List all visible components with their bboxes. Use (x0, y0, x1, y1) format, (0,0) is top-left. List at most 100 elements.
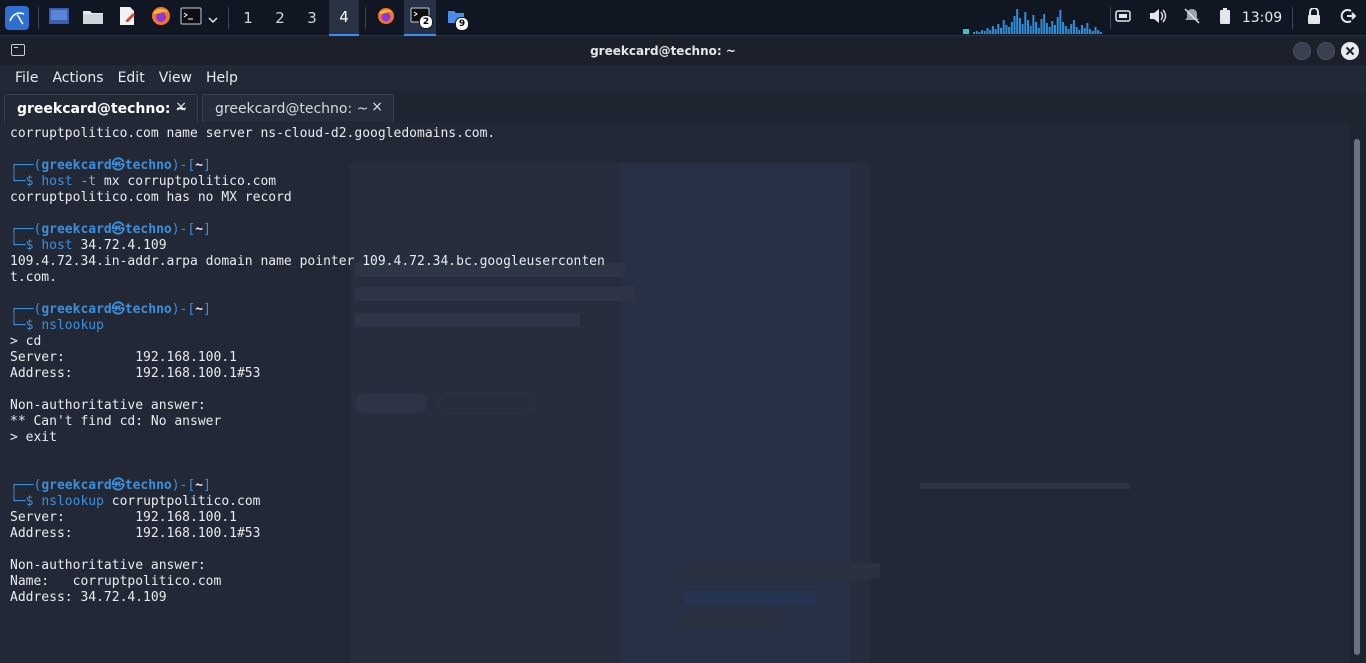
tab-close-icon[interactable]: × (175, 99, 187, 115)
prompt-top: ┌──(greekcard㉿techno)-[~] (10, 478, 211, 494)
terminal-line: Server: 192.168.100.1 (10, 350, 237, 365)
cpu-bar (1027, 20, 1029, 34)
firefox-launcher[interactable] (146, 0, 176, 36)
maximize-button[interactable] (1317, 42, 1335, 60)
notifications-button[interactable] (1180, 0, 1204, 36)
cpu-bar (1032, 15, 1035, 34)
menu-bar: File Actions Edit View Help (0, 65, 1366, 91)
task-file-manager[interactable]: 9 (440, 0, 472, 36)
task-firefox[interactable] (370, 0, 402, 36)
terminal-output[interactable]: corruptpolitico.com name server ns-cloud… (0, 123, 1350, 663)
cpu-bar (1043, 14, 1046, 34)
volume-button[interactable] (1146, 0, 1170, 36)
command-name: nslookup (41, 494, 104, 509)
cpu-bar (1016, 9, 1019, 34)
firefox-icon (377, 7, 395, 29)
tab-terminal-2[interactable]: greekcard@techno: ~ × (202, 94, 394, 122)
prompt-dir: ~ (195, 478, 204, 493)
cpu-bar (1048, 27, 1051, 34)
prompt-command: └─$ nslookup corruptpolitico.com (10, 494, 260, 510)
prompt-host: techno (124, 302, 172, 317)
battery-status[interactable] (1214, 0, 1236, 36)
tab-label: greekcard@techno: ~ (17, 100, 188, 117)
cpu-bar (1059, 10, 1062, 34)
workspace-3[interactable]: 3 (297, 0, 327, 36)
prompt-dir: ~ (195, 222, 204, 237)
terminal-line: Address: 192.168.100.1#53 (10, 526, 261, 541)
window-title: greekcard@techno: ~ (590, 44, 736, 58)
display-icon (1115, 9, 1131, 28)
minimize-button[interactable] (1293, 42, 1311, 60)
text-editor-launcher[interactable] (112, 0, 142, 36)
cpu-bar (994, 29, 997, 34)
prompt-dir: ~ (195, 158, 204, 173)
terminal-launcher[interactable] (178, 0, 204, 36)
cpu-bar (1067, 29, 1070, 34)
prompt-sep: ㉿ (111, 158, 125, 173)
cpu-bar (1051, 21, 1054, 34)
launcher-dropdown-button[interactable] (204, 0, 222, 36)
tab-terminal-1[interactable]: greekcard@techno: ~ × (4, 94, 198, 122)
cpu-bar (1018, 18, 1021, 34)
clock[interactable]: 13:09 (1240, 0, 1284, 36)
close-window-button[interactable] (1341, 42, 1359, 60)
cpu-bar (986, 28, 989, 34)
prompt-top: ┌──(greekcard㉿techno)-[~] (10, 302, 211, 318)
prompt-command: └─$ host 34.72.4.109 (10, 238, 167, 254)
firefox-icon (151, 6, 171, 30)
tab-close-icon[interactable]: × (371, 99, 383, 115)
terminal-line: Non-authoritative answer: (10, 398, 206, 413)
prompt-top: ┌──(greekcard㉿techno)-[~] (10, 158, 211, 174)
cpu-bar (989, 30, 992, 34)
terminal-line: t.com. (10, 270, 57, 285)
terminal-line: Non-authoritative answer: (10, 558, 206, 573)
prompt-frame: ┌──( (10, 478, 42, 493)
title-bar[interactable]: greekcard@techno: ~ (0, 37, 1366, 65)
menu-edit[interactable]: Edit (111, 65, 152, 91)
workspace-1[interactable]: 1 (233, 0, 263, 36)
prompt-user: greekcard (41, 302, 112, 317)
logout-button[interactable] (1336, 0, 1360, 36)
scrollbar-thumb[interactable] (1354, 139, 1360, 655)
menu-actions[interactable]: Actions (45, 65, 110, 91)
chevron-down-icon (208, 9, 218, 28)
cpu-bar (983, 31, 986, 34)
cpu-bar (1010, 22, 1013, 34)
prompt-top: ┌──(greekcard㉿techno)-[~] (10, 222, 211, 238)
workspace-4[interactable]: 4 (329, 0, 359, 36)
task-terminal[interactable]: 2 (404, 0, 436, 36)
text-editor-icon (117, 6, 137, 30)
cpu-bar (1097, 30, 1100, 34)
cpu-bar (1091, 31, 1094, 34)
prompt-frame: )-[ (171, 158, 196, 173)
cpu-bar (978, 32, 981, 34)
workspace-2[interactable]: 2 (265, 0, 295, 36)
terminal-scrollbar[interactable] (1350, 123, 1366, 663)
display-settings-button[interactable] (1112, 0, 1134, 36)
show-desktop-button[interactable] (44, 0, 74, 36)
prompt-user: greekcard (41, 222, 112, 237)
terminal-window: greekcard@techno: ~ File Actions Edit Vi… (0, 37, 1366, 663)
cpu-bar (1008, 27, 1011, 34)
cpu-bar (1045, 23, 1048, 34)
menu-help[interactable]: Help (199, 65, 245, 91)
logout-icon (1340, 8, 1357, 28)
panel-separator (38, 7, 39, 29)
menu-view[interactable]: View (152, 65, 199, 91)
terminal-line: Address: 34.72.4.109 (10, 590, 167, 605)
menu-file[interactable]: File (0, 65, 45, 91)
terminal-line: > cd (10, 334, 42, 349)
prompt-frame: ] (203, 158, 211, 173)
prompt-sep: ㉿ (111, 478, 125, 493)
command-flag: -t (72, 174, 97, 189)
terminal-line: 109.4.72.34.in-addr.arpa domain name poi… (10, 254, 605, 269)
command-name: host (41, 174, 73, 189)
panel-separator (1292, 7, 1293, 29)
terminal-line: Server: 192.168.100.1 (10, 510, 237, 525)
prompt-command: └─$ host -t mx corruptpolitico.com (10, 174, 276, 190)
workspace-label: 1 (243, 9, 253, 27)
file-manager-launcher[interactable] (78, 0, 108, 36)
lock-screen-button[interactable] (1302, 0, 1326, 36)
cpu-bar (1029, 26, 1032, 34)
kali-menu-button[interactable] (2, 0, 32, 36)
